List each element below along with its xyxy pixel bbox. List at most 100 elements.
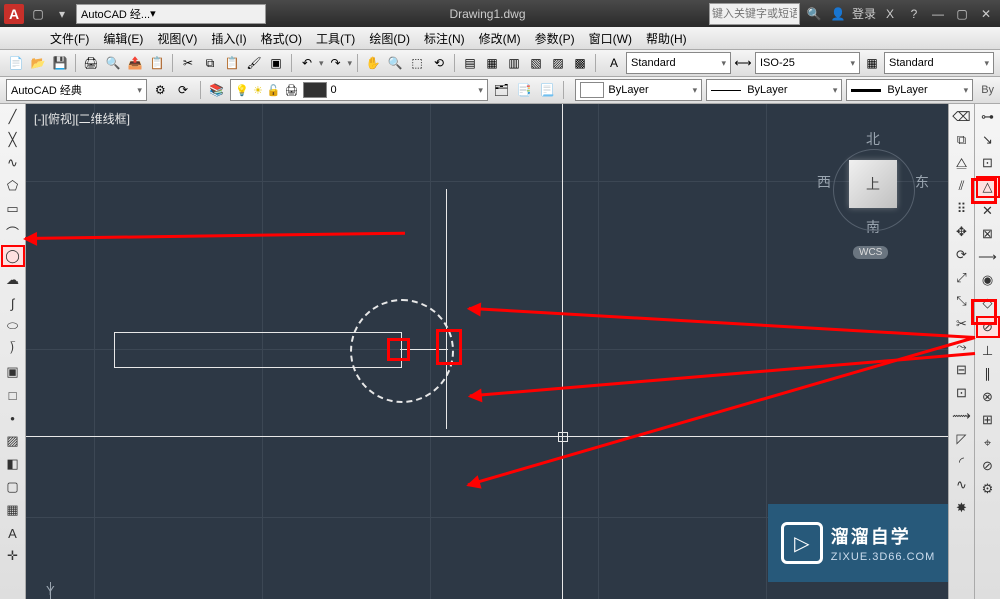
drawing-canvas[interactable]: [-][俯视][二维线框] 北 南 东 西 上 WCS [26,104,948,599]
xline-icon[interactable]: ╳ [2,130,24,150]
point-icon[interactable]: • [2,408,24,428]
gear-icon[interactable]: ⚙ [151,80,170,100]
zoom-prev-icon[interactable]: ⟲ [429,53,449,73]
scale-icon[interactable]: ⤢ [951,268,973,288]
circle-icon[interactable]: ◯ [1,245,25,267]
menu-view[interactable]: 视图(V) [151,28,203,49]
props-icon[interactable]: ▤ [460,53,480,73]
close-icon[interactable]: ✕ [976,4,996,24]
snap-from-icon[interactable]: ↘ [977,130,999,150]
menu-window[interactable]: 窗口(W) [583,28,638,49]
preview-icon[interactable]: 🔍 [103,53,123,73]
sheet-icon[interactable]: ▧ [526,53,546,73]
layer-state-icon[interactable]: 📃 [538,80,557,100]
search-input[interactable] [709,3,800,25]
rectangle-icon[interactable]: ▭ [2,199,24,219]
ellipse-icon[interactable]: ⬭ [2,316,24,336]
fillet-icon[interactable]: ◜ [951,452,973,472]
undo-icon[interactable]: ↶ [297,53,317,73]
break-icon[interactable]: ⊡ [951,383,973,403]
center-icon[interactable]: ◉ [977,270,999,290]
insert-icon[interactable]: ▣ [2,362,24,382]
temp-track-icon[interactable]: ⊶ [977,107,999,127]
spline-icon[interactable]: ∫ [2,293,24,313]
gradient-icon[interactable]: ◧ [2,454,24,474]
parallel-icon[interactable]: ∥ [977,364,999,384]
mirror-icon[interactable]: ⧋ [951,153,973,173]
textstyle-icon[interactable]: A [604,53,624,73]
qat-save-icon[interactable]: ▾ [52,4,72,24]
lineweight-combo[interactable]: ByLayer▾ [846,79,973,101]
mtext-icon[interactable]: A [2,523,24,543]
array-icon[interactable]: ⠿ [951,199,973,219]
redo-icon[interactable]: ↷ [326,53,346,73]
print-icon[interactable]: 🖨 [81,53,101,73]
zoom-rt-icon[interactable]: 🔍 [385,53,405,73]
match-icon[interactable]: 🖌 [244,53,264,73]
layer-iso-icon[interactable]: 🗂 [492,80,511,100]
join-icon[interactable]: ⟿ [951,406,973,426]
copy-clip-icon[interactable]: ⧉ [200,53,220,73]
text-style-combo[interactable]: Standard▾ [626,52,731,74]
open-icon[interactable]: 📂 [28,53,48,73]
explode-icon[interactable]: ✸ [951,498,973,518]
table-icon[interactable]: ▦ [2,500,24,520]
move-icon[interactable]: ✥ [951,222,973,242]
perpendicular-icon[interactable]: ⊥ [977,341,999,361]
save-icon[interactable]: 💾 [50,53,70,73]
pan-icon[interactable]: ✋ [363,53,383,73]
polyline-icon[interactable]: ∿ [2,153,24,173]
viewcube-face-top[interactable]: 上 [849,160,897,208]
menu-format[interactable]: 格式(O) [255,28,308,49]
zoom-win-icon[interactable]: ⬚ [407,53,427,73]
blend-icon[interactable]: ∿ [951,475,973,495]
apparent-icon[interactable]: ⊠ [977,224,999,244]
calc-icon[interactable]: ▩ [570,53,590,73]
erase-icon[interactable]: ⌫ [951,107,973,127]
layer-props-icon[interactable]: 📚 [207,80,226,100]
exchange-icon[interactable]: X [880,4,900,24]
layer-combo[interactable]: 💡☀🔓🖨0 ▾ [230,79,488,101]
viewcube-north[interactable]: 北 [866,129,880,149]
nearest-icon[interactable]: ⌖ [977,433,999,453]
dim-style-combo[interactable]: ISO-25▾ [755,52,860,74]
trim-icon[interactable]: ✂ [951,314,973,334]
addselected-icon[interactable]: ✛ [2,546,24,566]
node-icon[interactable]: ⊗ [977,387,999,407]
cut-icon[interactable]: ✂ [178,53,198,73]
app-logo[interactable]: A [4,4,24,24]
chamfer-icon[interactable]: ◸ [951,429,973,449]
arc-icon[interactable]: ⌒ [2,222,24,242]
linetype-combo[interactable]: ByLayer▾ [706,79,842,101]
ws-save-icon[interactable]: ⟳ [174,80,193,100]
copy-icon[interactable]: ⧉ [951,130,973,150]
layer-prev-icon[interactable]: 📑 [515,80,534,100]
menu-modify[interactable]: 修改(M) [473,28,527,49]
menu-help[interactable]: 帮助(H) [640,28,693,49]
menu-edit[interactable]: 编辑(E) [97,28,149,49]
dc-icon[interactable]: ▦ [482,53,502,73]
make-block-icon[interactable]: □ [2,385,24,405]
color-combo[interactable]: ByLayer▾ [575,79,702,101]
workspace-combo[interactable]: AutoCAD 经典▾ [6,79,147,101]
polygon-icon[interactable]: ⬠ [2,176,24,196]
table-style-combo[interactable]: Standard▾ [884,52,994,74]
region-icon[interactable]: ▢ [2,477,24,497]
minimize-icon[interactable]: — [928,4,948,24]
qat-new-icon[interactable]: ▢ [28,4,48,24]
help-icon[interactable]: ? [904,4,924,24]
tablestyle-icon[interactable]: ▦ [862,53,882,73]
stretch-icon[interactable]: ⤡ [951,291,973,311]
ellipse-arc-icon[interactable]: ⟌ [2,339,24,359]
maximize-icon[interactable]: ▢ [952,4,972,24]
viewcube-wcs[interactable]: WCS [853,246,888,259]
plot-icon[interactable]: 📋 [147,53,167,73]
publish-icon[interactable]: 📤 [125,53,145,73]
none-icon[interactable]: ⊘ [977,456,999,476]
tool-pal-icon[interactable]: ▥ [504,53,524,73]
menu-insert[interactable]: 插入(I) [205,28,252,49]
new-icon[interactable]: 📄 [6,53,26,73]
menu-dimension[interactable]: 标注(N) [418,28,471,49]
hatch-icon[interactable]: ▨ [2,431,24,451]
login-label[interactable]: 登录 [852,5,876,22]
